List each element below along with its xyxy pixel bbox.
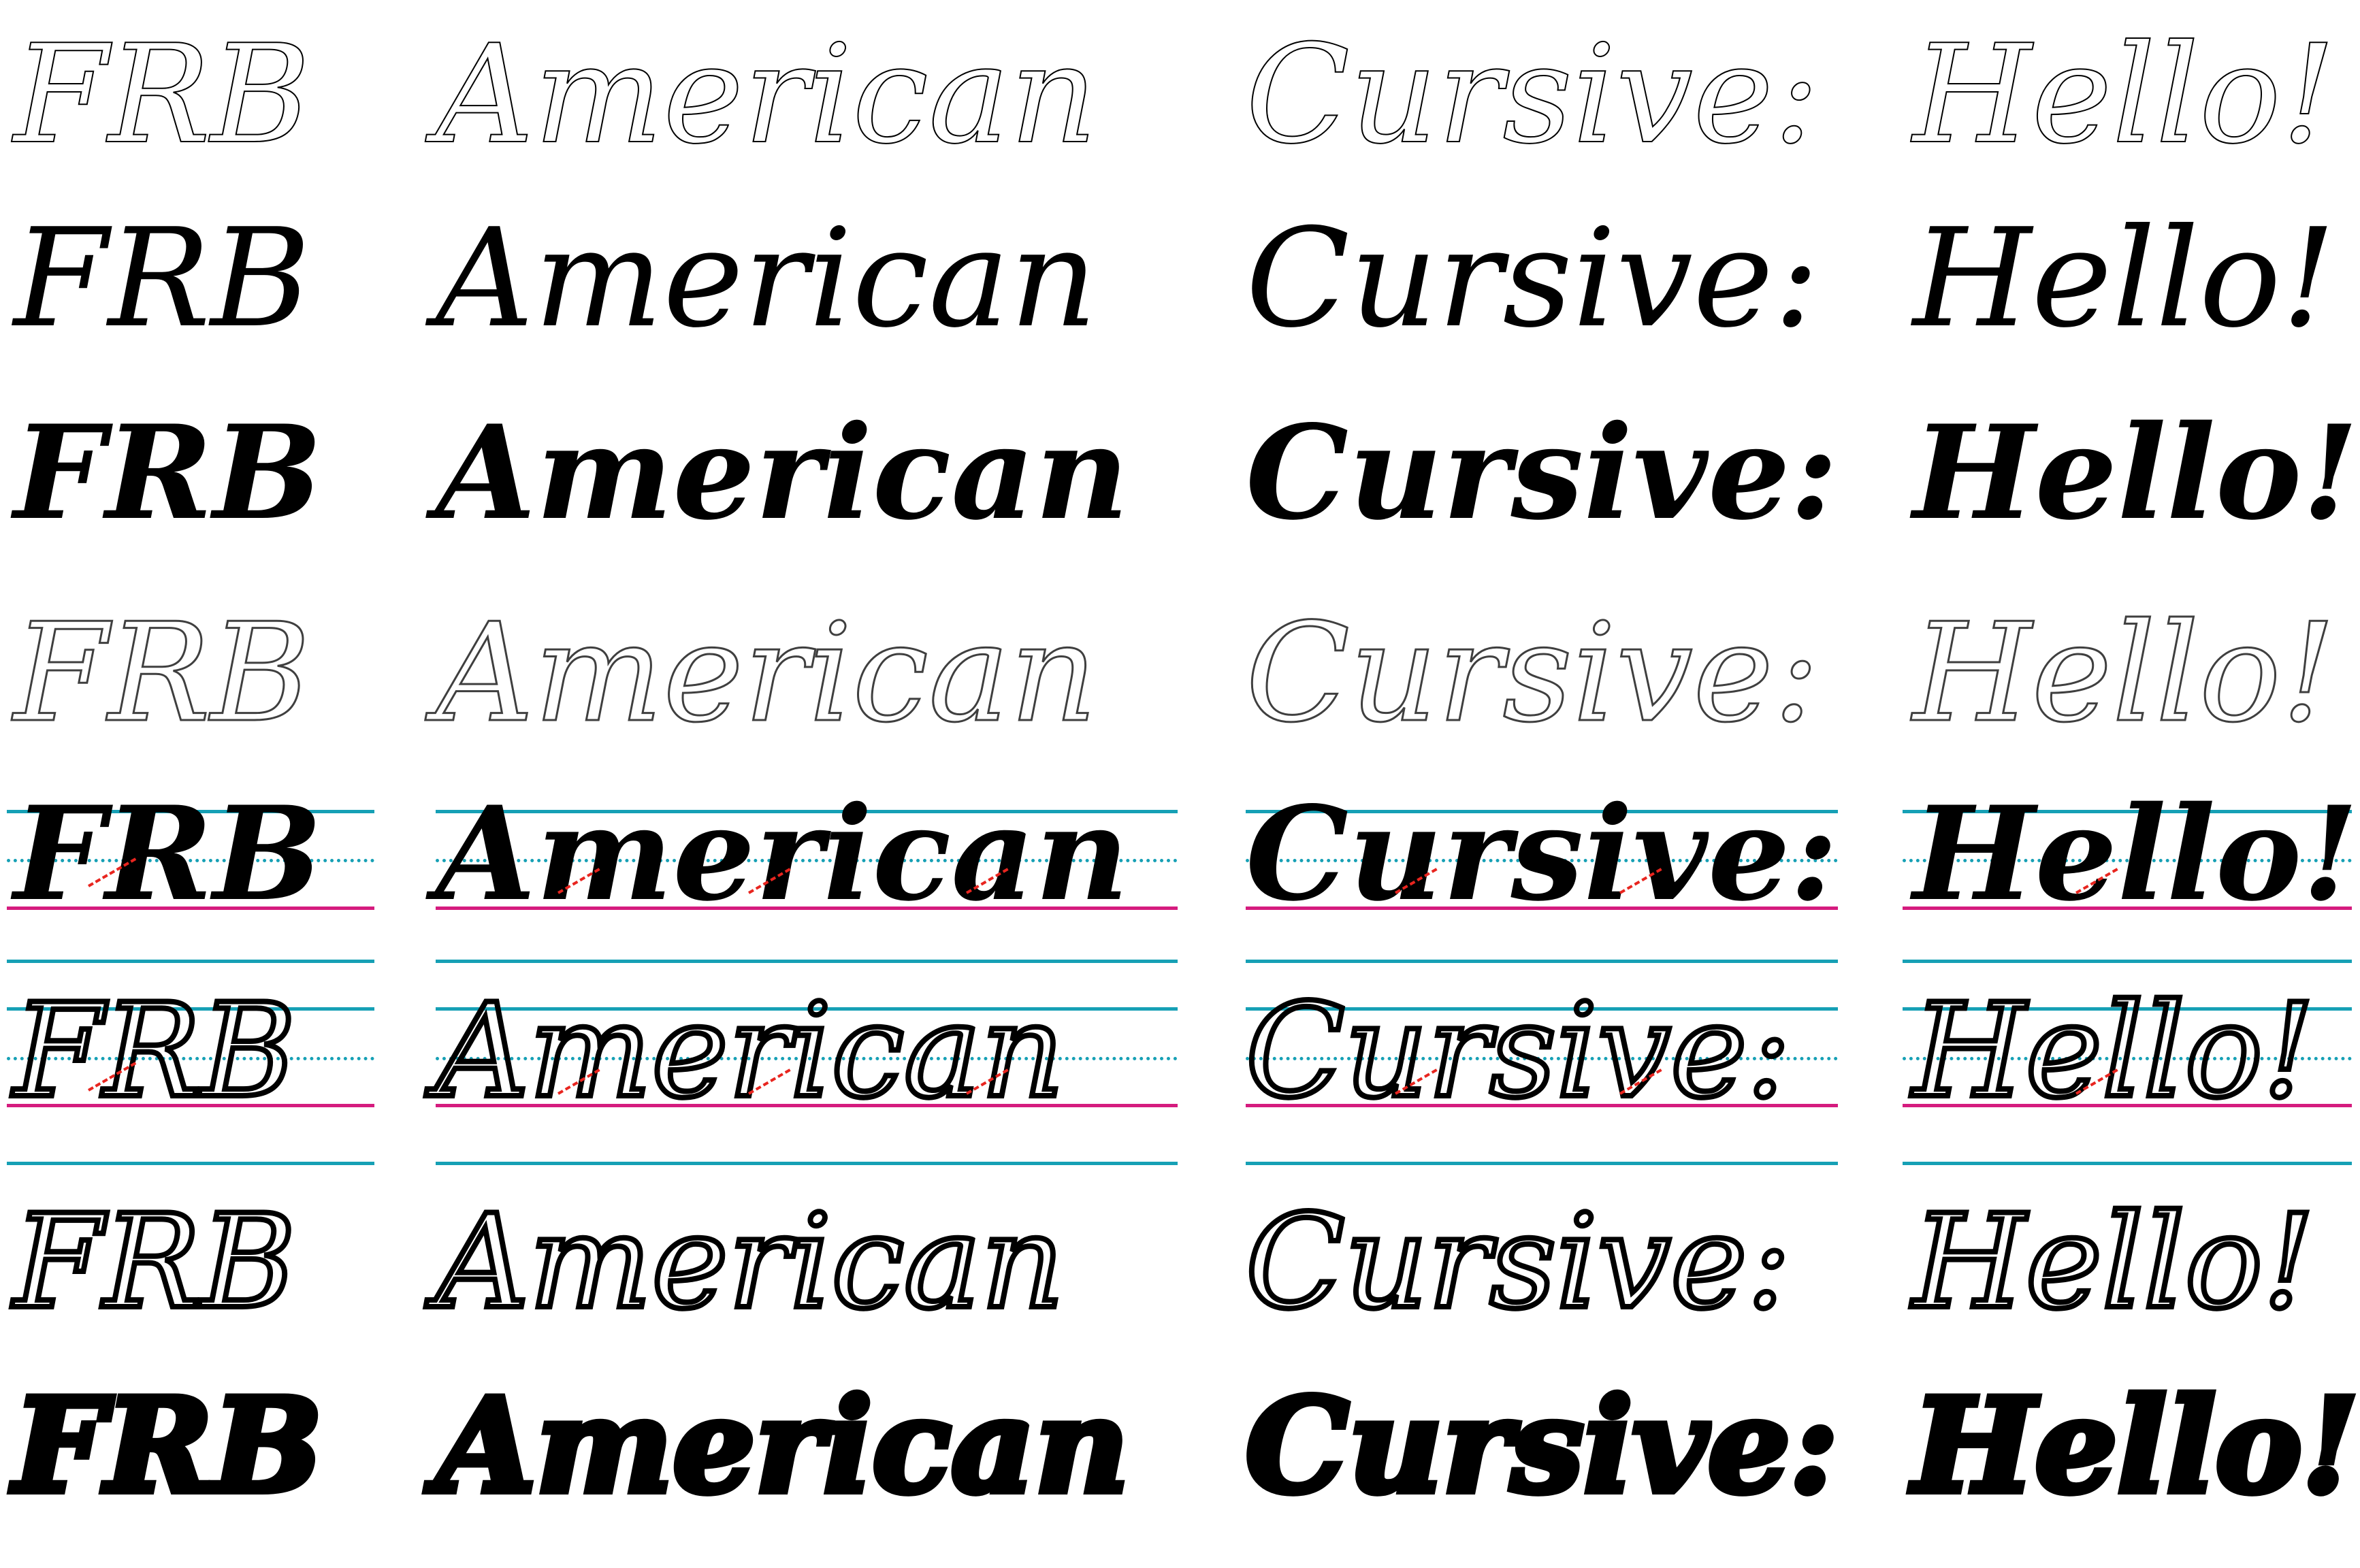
guide-bottom-line [7,1162,374,1165]
word-american: American [436,778,1129,930]
guide-top-line [7,960,374,963]
word-american: American [433,1187,1067,1337]
guide-bottom-line [1246,1162,1838,1165]
word-frb: FRB [14,199,311,358]
specimen-row-stars: FRB American Cursive: Hello! [0,599,2360,742]
word-american: American [433,976,1067,1126]
word-frb: FRB [10,1370,325,1522]
word-cursive: Cursive: [1243,976,1794,1126]
word-american: American [432,1370,1133,1522]
specimen-row-hairline: FRB American Cursive: Hello! [0,14,2360,164]
word-american: American [436,199,1098,358]
word-frb: FRB [14,397,323,549]
word-cursive: Cursive: [1246,778,1839,930]
guide-bottom-line [1903,1162,2352,1165]
word-cursive: Cursive: [1246,199,1820,358]
specimen-row-black: FRB American Cursive: Hello! [0,1370,2360,1531]
word-frb: FRB [13,16,311,174]
word-frb: FRB [11,1187,299,1337]
word-hello: Hello! [1909,1370,2360,1522]
word-cursive: Cursive: [1242,1370,1841,1522]
word-cursive: Cursive: [1245,16,1820,174]
word-american: American [435,16,1098,174]
specimen-row-guided-solid: FRB American Cursive: Hello! [0,789,2360,926]
word-hello: Hello! [1912,16,2336,174]
word-frb: FRB [12,594,311,753]
word-cursive: Cursive: [1245,594,1821,753]
word-cursive: Cursive: [1246,397,1839,549]
word-frb: FRB [11,976,299,1126]
guide-top-line [1246,960,1838,963]
word-frb: FRB [14,778,323,930]
guide-top-line [436,960,1178,963]
word-hello: Hello! [1911,594,2336,753]
guide-bottom-line [436,1162,1178,1165]
specimen-row-dotted: FRB American Cursive: Hello! [0,1187,2360,1337]
word-american: American [436,397,1129,549]
word-cursive: Cursive: [1243,1187,1794,1337]
word-hello: Hello! [1910,976,2317,1126]
font-specimen-sheet: FRB American Cursive: Hello! FRB America… [0,0,2360,1568]
specimen-row-guided-dotted: FRB American Cursive: Hello! [0,960,2360,1177]
word-hello: Hello! [1913,199,2336,358]
word-hello: Hello! [1910,1187,2317,1337]
specimen-row-regular: FRB American Cursive: Hello! [0,204,2360,347]
guide-top-line [1903,960,2352,963]
word-american: American [434,594,1098,753]
word-hello: Hello! [1913,397,2359,549]
word-hello: Hello! [1913,778,2359,930]
specimen-row-bold: FRB American Cursive: Hello! [0,402,2360,538]
